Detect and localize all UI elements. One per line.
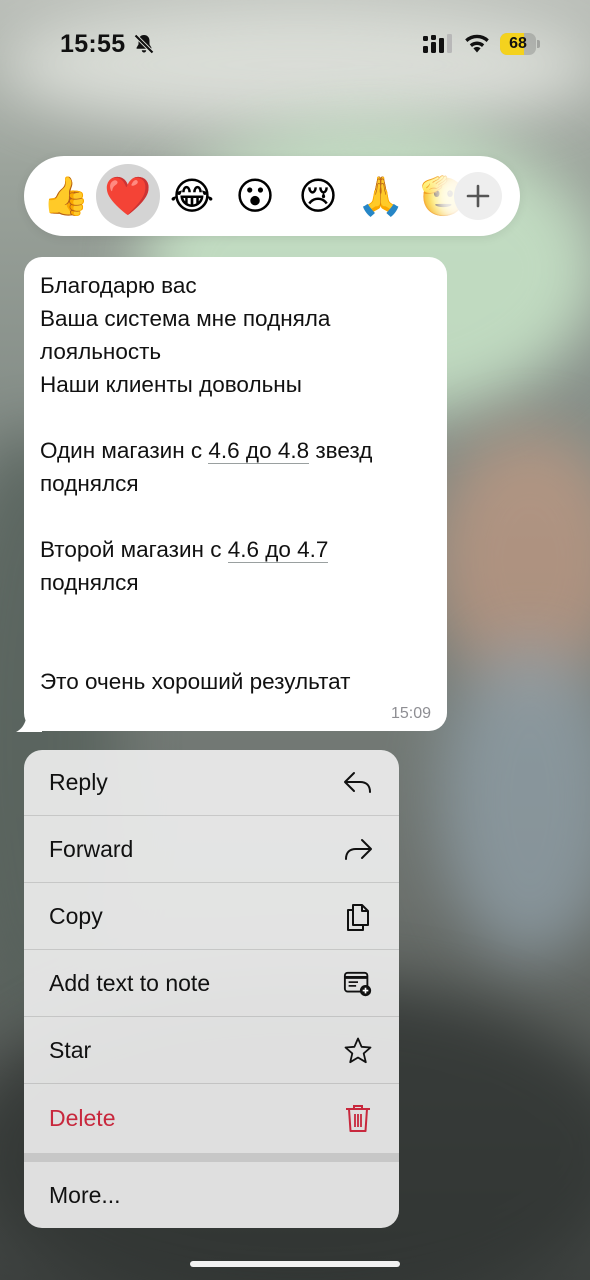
add-note-icon [343,969,373,999]
cellular-signal-icon [423,34,452,53]
reaction-bar: 👍 ❤️ 😂 😮 😢 🙏 🫡 [24,156,520,236]
battery-indicator: 68 [500,33,542,55]
context-menu: Reply Forward Copy Add text to note Star… [24,750,399,1228]
menu-item-delete[interactable]: Delete [24,1085,399,1151]
message-line-empty [40,500,440,533]
plus-icon [466,184,490,208]
menu-item-more[interactable]: More... [24,1162,399,1228]
message-timestamp: 15:09 [390,705,431,722]
message-bubble[interactable]: Благодарю вас Ваша система мне подняла л… [24,257,447,731]
status-time: 15:55 [60,30,126,58]
menu-item-add-text-to-note[interactable]: Add text to note [24,951,399,1017]
message-text: Благодарю вас Ваша система мне подняла л… [40,269,440,698]
reaction-thumbs-up[interactable]: 👍 [34,164,98,228]
message-line: Второй магазин с 4.6 до 4.7 [40,533,440,566]
menu-item-label: Add text to note [49,970,211,996]
detected-data-link[interactable]: 4.6 до 4.7 [227,537,329,563]
message-line: поднялся [40,570,139,595]
message-text-span: звезд [309,438,373,463]
more-reactions-button[interactable] [454,172,502,220]
battery-percentage: 68 [509,35,527,52]
menu-item-copy[interactable]: Copy [24,884,399,950]
message-line-empty [40,401,440,434]
reaction-crying-face[interactable]: 😢 [286,164,350,228]
message-line: поднялся [40,471,139,496]
menu-item-label: Forward [49,836,134,862]
menu-item-label: Star [49,1037,92,1063]
status-bar: 15:55 68 [0,0,590,90]
forward-arrow-icon [343,835,373,865]
menu-item-star[interactable]: Star [24,1018,399,1084]
menu-separator [24,1153,399,1162]
menu-item-label: Delete [49,1104,116,1131]
message-line: Один магазин с 4.6 до 4.8 звезд [40,434,440,467]
reaction-folded-hands[interactable]: 🙏 [349,164,413,228]
copy-icon [343,902,373,932]
reaction-face-with-tears-of-joy[interactable]: 😂 [160,164,224,228]
star-icon [343,1036,373,1066]
menu-item-label: More... [49,1181,121,1208]
menu-item-label: Reply [49,769,108,795]
reply-arrow-icon [343,768,373,798]
menu-item-forward[interactable]: Forward [24,817,399,883]
wifi-icon [465,34,489,53]
message-line: Наши клиенты довольны [40,372,302,397]
detected-data-link[interactable]: 4.6 до 4.8 [208,438,310,464]
menu-item-label: Copy [49,903,103,929]
message-text-span: Один магазин с [40,438,209,463]
message-line: Благодарю вас [40,273,197,298]
reaction-face-with-open-mouth[interactable]: 😮 [223,164,287,228]
message-line-empty [40,632,440,665]
trash-icon [343,1103,373,1133]
message-line: лояльность [40,339,162,364]
message-line-empty [40,599,440,632]
menu-item-reply[interactable]: Reply [24,750,399,816]
bell-slash-icon [134,34,154,54]
message-line: Это очень хороший результат [40,669,351,694]
message-text-span: Второй магазин с [40,537,228,562]
message-line: Ваша система мне подняла [40,306,331,331]
home-indicator[interactable] [190,1261,400,1267]
reaction-red-heart[interactable]: ❤️ [96,164,160,228]
